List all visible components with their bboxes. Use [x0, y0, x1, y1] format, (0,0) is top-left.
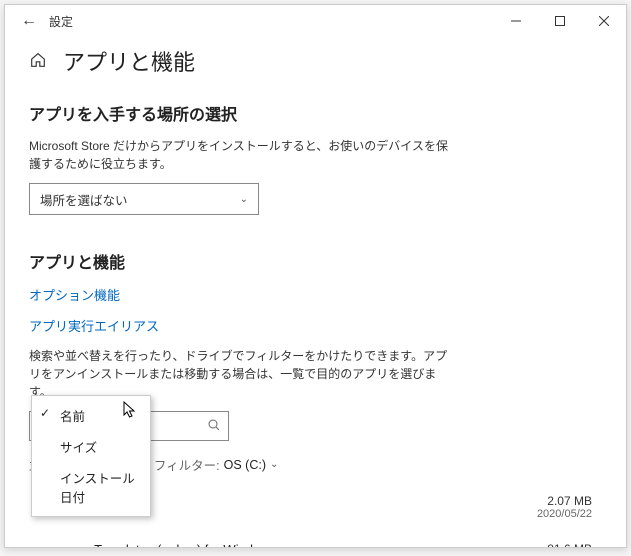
filter-dropdown[interactable]: フィルター: OS (C:) ⌄ [154, 455, 278, 474]
window-title: 設定 [49, 13, 73, 30]
sort-menu-item-name[interactable]: 名前 [32, 400, 150, 431]
app-size: 2.07 MB [512, 494, 592, 508]
app-alias-link[interactable]: アプリ実行エイリアス [29, 316, 602, 335]
filter-value: OS (C:) [224, 458, 266, 472]
home-icon[interactable] [29, 51, 49, 71]
settings-window: ← 設定 アプリと機能 アプリを入手する場所の選択 Microsoft Stor… [4, 4, 627, 548]
maximize-button[interactable] [538, 5, 582, 37]
titlebar: ← 設定 [5, 5, 626, 37]
sort-menu-item-size[interactable]: サイズ [32, 431, 150, 462]
sort-menu-item-date[interactable]: インストール日付 [32, 462, 150, 512]
optional-features-link[interactable]: オプション機能 [29, 285, 602, 304]
back-button[interactable]: ← [13, 5, 45, 37]
apps-desc: 検索や並べ替えを行ったり、ドライブでフィルターをかけたりできます。アプリをアンイ… [29, 347, 449, 401]
minimize-button[interactable] [494, 5, 538, 37]
page-title: アプリと機能 [63, 45, 195, 77]
install-source-heading: アプリを入手する場所の選択 [29, 101, 602, 125]
app-name: ve Templates (.admx) for Windo... [77, 542, 347, 548]
page-header: アプリと機能 [29, 45, 602, 77]
install-source-select[interactable]: 場所を選ばない ⌄ [29, 183, 259, 215]
close-button[interactable] [582, 5, 626, 37]
install-source-value: 場所を選ばない [40, 190, 128, 209]
apps-heading: アプリと機能 [29, 249, 602, 273]
chevron-down-icon: ⌄ [270, 459, 278, 470]
sort-context-menu: 名前 サイズ インストール日付 [31, 395, 151, 517]
filter-label: フィルター: [154, 455, 220, 474]
app-size: 81.6 MB [512, 542, 592, 548]
window-controls [494, 5, 626, 37]
app-date: 2020/05/22 [512, 508, 592, 520]
chevron-down-icon: ⌄ [240, 194, 248, 205]
app-row[interactable]: ve Templates (.admx) for Windo... 81.6 M… [29, 536, 602, 548]
search-icon [208, 419, 220, 434]
install-source-desc: Microsoft Store だけからアプリをインストールすると、お使いのデバ… [29, 137, 449, 173]
